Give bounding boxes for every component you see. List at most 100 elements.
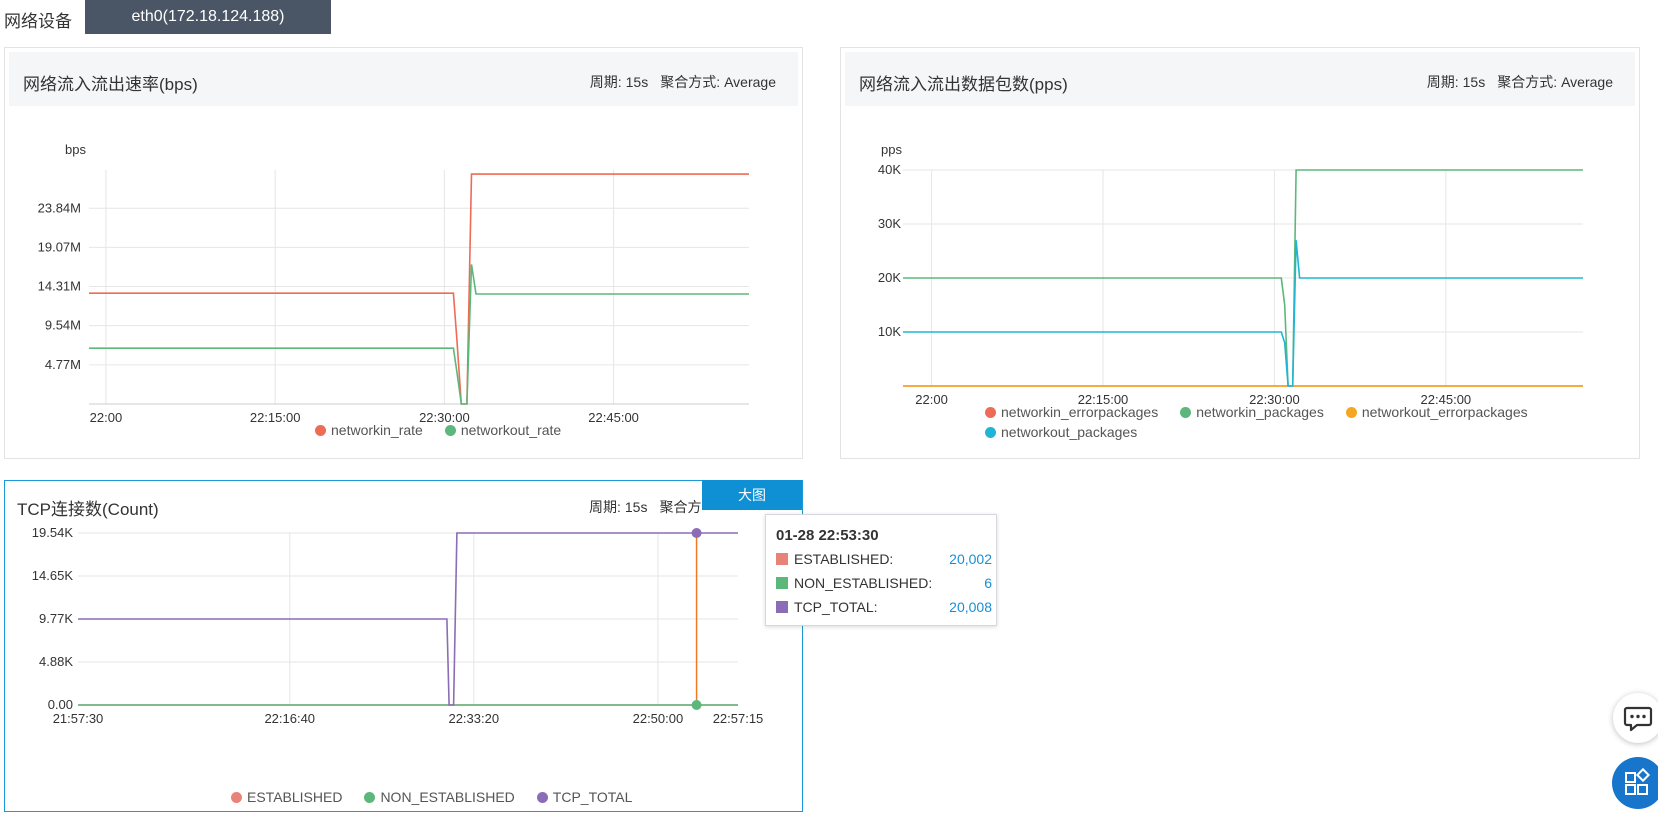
tooltip-series-value: 20,008 bbox=[949, 599, 992, 615]
tooltip-series-value: 20,002 bbox=[949, 551, 992, 567]
bps-line-chart: 22:00 22:15:00 22:30:00 22:45:004.77M9.54M1… bbox=[38, 142, 749, 425]
large-view-button[interactable]: 大图 bbox=[702, 480, 802, 510]
legend-item-networkin-rate[interactable]: networkin_rate bbox=[315, 422, 423, 438]
x-tick-label: 22:57:15 bbox=[713, 711, 764, 726]
legend-label: ESTABLISHED bbox=[247, 789, 343, 805]
y-tick-label: 20K bbox=[878, 270, 901, 285]
pps-line-chart: 22:00 22:15:00 22:30:00 22:45:0010K20K30K40… bbox=[878, 142, 1583, 407]
tooltip-row-non-established: NON_ESTABLISHED: 6 bbox=[776, 575, 992, 595]
legend-dot bbox=[985, 427, 996, 438]
tooltip-row-tcp-total: TCP_TOTAL: 20,008 bbox=[776, 599, 992, 619]
y-tick-label: 40K bbox=[878, 162, 901, 177]
legend-label: networkin_rate bbox=[331, 422, 423, 438]
agg-label: 聚合方 bbox=[659, 499, 702, 515]
pps-panel-meta: 周期: 15s 聚合方式: Average bbox=[1423, 72, 1613, 92]
chat-button[interactable] bbox=[1613, 693, 1658, 743]
tooltip-swatch bbox=[776, 577, 788, 589]
pps-panel-title: 网络流入流出数据包数(pps) bbox=[859, 75, 1068, 94]
pps-chart-panel: 网络流入流出数据包数(pps) 周期: 15s 聚合方式: Average 22:00… bbox=[840, 47, 1640, 459]
y-tick-label: 9.54M bbox=[45, 318, 81, 333]
tooltip-row-established: ESTABLISHED: 20,002 bbox=[776, 551, 992, 571]
y-tick-label: 14.31M bbox=[38, 279, 81, 294]
tcp-legend: ESTABLISHED NON_ESTABLISHED TCP_TOTAL bbox=[231, 789, 654, 805]
bps-panel-header: 网络流入流出速率(bps) 周期: 15s 聚合方式: Average bbox=[9, 52, 798, 106]
y-axis-label: bps bbox=[65, 142, 86, 157]
bps-legend: networkin_rate networkout_rate bbox=[315, 422, 583, 438]
legend-item-networkout-packages[interactable]: networkout_packages bbox=[985, 422, 1137, 442]
period-label: 周期: bbox=[1426, 74, 1459, 90]
x-tick-label: 21:57:30 bbox=[53, 711, 104, 726]
hover-point-non-established bbox=[691, 700, 702, 710]
chat-icon bbox=[1623, 706, 1653, 732]
period-value: 15s bbox=[1462, 74, 1486, 90]
pps-legend: networkin_errorpackages networkin_package… bbox=[985, 402, 1585, 442]
agg-label: 聚合方式: bbox=[660, 74, 721, 90]
agg-value: Average bbox=[1561, 74, 1613, 90]
tcp-chart-panel: TCP连接数(Count) 周期: 15s 聚合方 21:57:30 22:16:40… bbox=[4, 480, 803, 812]
legend-item-networkin-packages[interactable]: networkin_packages bbox=[1180, 402, 1324, 422]
bps-panel-meta: 周期: 15s 聚合方式: Average bbox=[586, 72, 776, 92]
y-tick-label: 23.84M bbox=[38, 200, 81, 215]
legend-item-non-established[interactable]: NON_ESTABLISHED bbox=[364, 789, 515, 805]
top-bar: 网络设备 eth0(172.18.124.188) bbox=[0, 0, 1658, 34]
tooltip-series-name: TCP_TOTAL: bbox=[794, 599, 878, 615]
series-line-networkout-packages bbox=[903, 240, 1583, 387]
legend-item-tcp-total[interactable]: TCP_TOTAL bbox=[536, 789, 633, 805]
legend-item-established[interactable]: ESTABLISHED bbox=[231, 789, 342, 805]
agg-value: Average bbox=[724, 74, 776, 90]
tooltip-series-name: ESTABLISHED: bbox=[794, 551, 894, 567]
y-tick-label: 9.77K bbox=[39, 611, 73, 626]
period-value: 15s bbox=[625, 74, 649, 90]
legend-item-networkin-errorpackages[interactable]: networkin_errorpackages bbox=[985, 402, 1158, 422]
x-tick-label: 22:00 bbox=[915, 392, 948, 407]
legend-dot bbox=[985, 407, 996, 418]
legend-dot bbox=[444, 425, 456, 436]
x-tick-label: 22:00 bbox=[90, 410, 123, 425]
apps-button[interactable] bbox=[1612, 757, 1658, 809]
tooltip-series-value: 6 bbox=[984, 575, 992, 591]
y-tick-label: 30K bbox=[878, 216, 901, 231]
x-tick-label: 22:45:00 bbox=[588, 410, 639, 425]
period-label: 周期: bbox=[589, 74, 622, 90]
legend-label: networkin_errorpackages bbox=[1001, 404, 1159, 420]
legend-label: NON_ESTABLISHED bbox=[380, 789, 515, 805]
apps-icon bbox=[1625, 767, 1651, 795]
period-label: 周期: bbox=[589, 499, 621, 515]
tooltip-time: 01-28 22:53:30 bbox=[776, 527, 879, 544]
bps-panel-title: 网络流入流出速率(bps) bbox=[23, 75, 198, 94]
legend-dot bbox=[364, 792, 376, 803]
y-tick-label: 19.07M bbox=[38, 239, 81, 254]
legend-dot bbox=[231, 792, 242, 803]
tcp-line-chart: 21:57:30 22:16:40 22:33:20 22:50:00 22:57:15… bbox=[32, 525, 764, 726]
legend-label: networkout_packages bbox=[1001, 424, 1138, 440]
legend-label: networkout_rate bbox=[460, 422, 562, 438]
chart-tooltip: 01-28 22:53:30 ESTABLISHED: 20,002 NON_E… bbox=[765, 514, 997, 626]
legend-item-networkout-rate[interactable]: networkout_rate bbox=[444, 422, 562, 438]
pps-panel-header: 网络流入流出数据包数(pps) 周期: 15s 聚合方式: Average bbox=[845, 52, 1635, 106]
network-device-label: 网络设备 bbox=[4, 12, 72, 31]
legend-label: networkout_errorpackages bbox=[1361, 404, 1528, 420]
legend-dot bbox=[1180, 407, 1192, 418]
bps-chart-panel: 网络流入流出速率(bps) 周期: 15s 聚合方式: Average 22:00 22… bbox=[4, 47, 803, 459]
y-tick-label: 10K bbox=[878, 324, 901, 339]
y-tick-label: 0.00 bbox=[48, 697, 73, 712]
hover-point-tcp-total bbox=[691, 528, 702, 538]
legend-item-networkout-errorpackages[interactable]: networkout_errorpackages bbox=[1345, 402, 1528, 422]
x-tick-label: 22:33:20 bbox=[448, 711, 499, 726]
y-tick-label: 4.77M bbox=[45, 357, 81, 372]
series-line-networkout-rate bbox=[89, 264, 749, 405]
agg-label: 聚合方式: bbox=[1497, 74, 1558, 90]
y-tick-label: 14.65K bbox=[32, 568, 74, 583]
y-axis-label: pps bbox=[881, 142, 902, 157]
y-tick-label: 19.54K bbox=[32, 525, 74, 540]
tcp-panel-title: TCP连接数(Count) bbox=[17, 500, 159, 519]
tooltip-swatch bbox=[776, 553, 788, 565]
y-tick-label: 4.88K bbox=[39, 654, 73, 669]
legend-label: networkin_packages bbox=[1196, 404, 1324, 420]
legend-label: TCP_TOTAL bbox=[552, 789, 633, 805]
x-tick-label: 22:16:40 bbox=[264, 711, 315, 726]
tooltip-series-name: NON_ESTABLISHED: bbox=[794, 575, 933, 591]
legend-dot bbox=[1345, 407, 1357, 418]
device-tab-eth0[interactable]: eth0(172.18.124.188) bbox=[85, 0, 331, 34]
x-tick-label: 22:50:00 bbox=[633, 711, 684, 726]
